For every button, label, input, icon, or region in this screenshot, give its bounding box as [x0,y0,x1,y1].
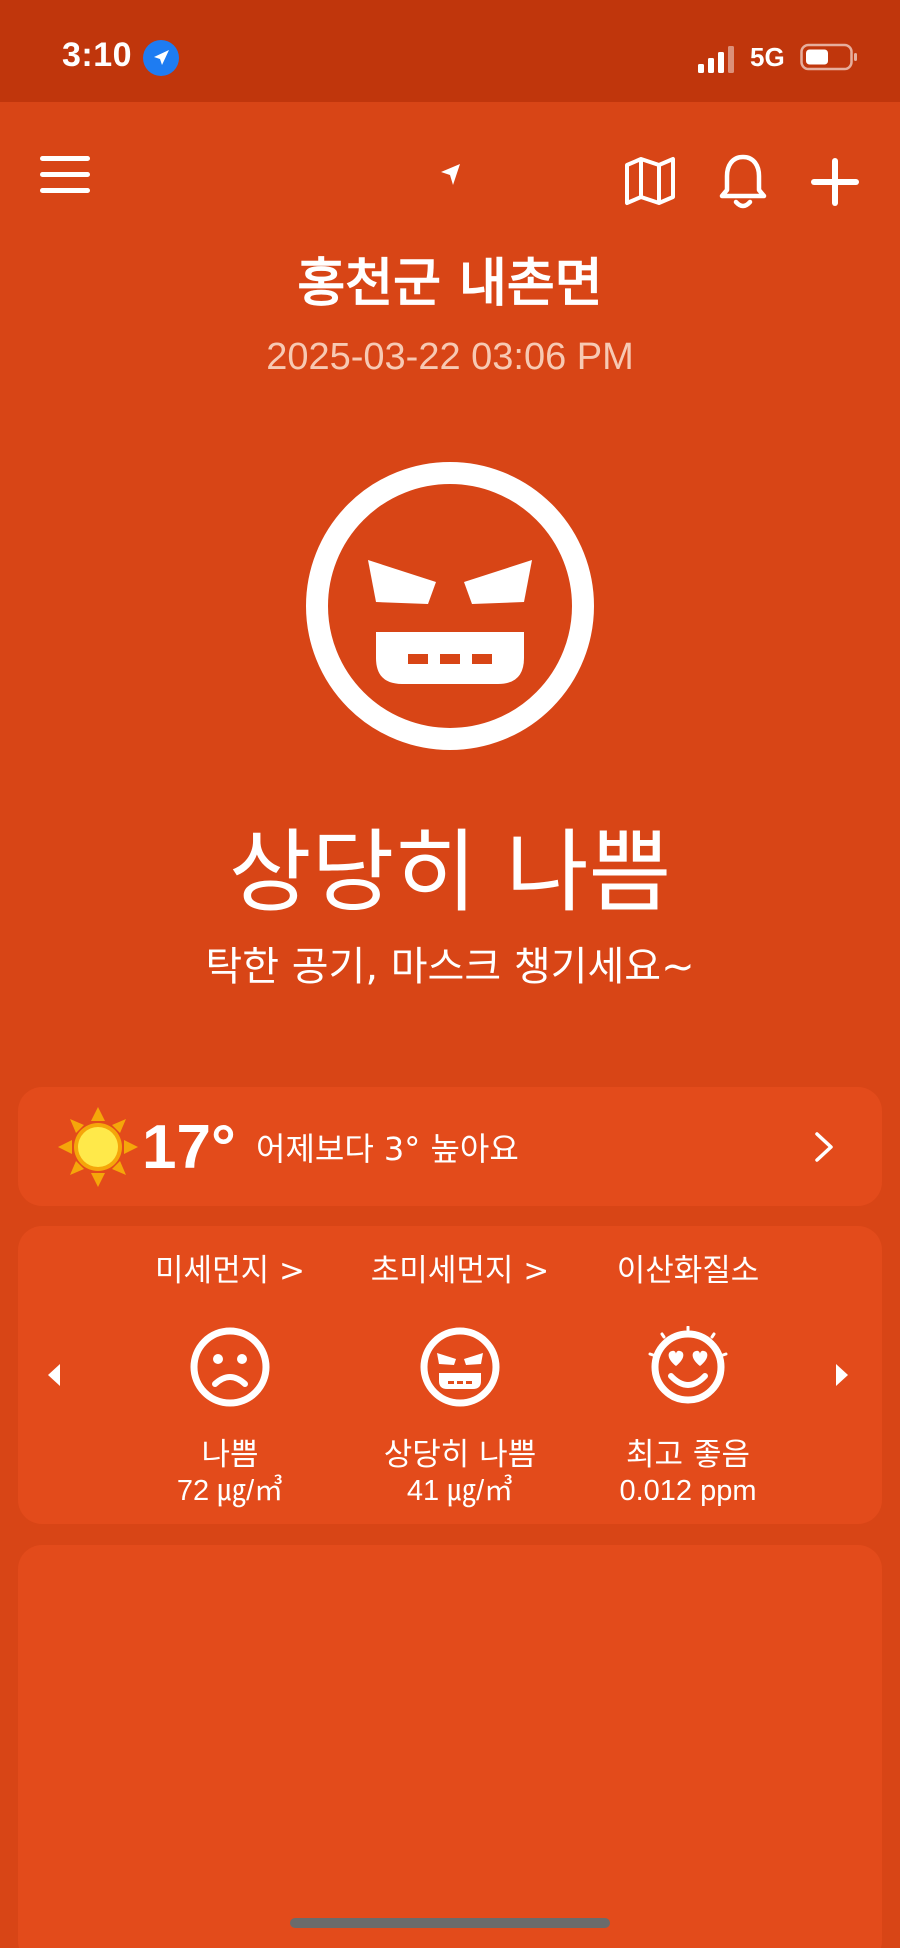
pollutant-value: 72 ㎍/㎥ [176,1475,284,1507]
status-time: 3:10 [62,36,133,74]
forecast-card [18,1545,882,1948]
pollutant-no2[interactable]: 이산화질소 최고 좋음 0.012 ppm [578,1250,798,1508]
sun-icon [58,1107,138,1187]
temperature-comparison: 어제보다 3° 높아요 [256,1130,519,1168]
pollutant-name: 이산화질소 [616,1253,760,1289]
location-name[interactable]: 홍천군 내촌면 [0,252,900,316]
add-button[interactable] [808,155,862,209]
update-timestamp: 2025-03-22 03:06 PM [266,336,634,378]
air-quality-message: 탁한 공기, 마스크 챙기세요~ [205,944,695,990]
pollutant-grade: 상당히 나쁨 [383,1437,537,1473]
bell-icon[interactable] [718,152,768,212]
navigation-arrow-icon [441,164,460,185]
signal-icon [698,46,734,73]
pollutant-card: 미세먼지 > 나쁨 72 ㎍/㎥ 초미세먼지 > 상당히 나쁨 41 ㎍/㎥ 이… [18,1226,882,1524]
sad-face-icon [190,1327,270,1407]
arrow-right-icon[interactable] [834,1362,850,1388]
air-quality-grade: 상당히 나쁨 [228,820,672,925]
temperature: 17° [142,1113,236,1182]
angry-face-icon [420,1327,500,1407]
pollutant-value: 41 ㎍/㎥ [406,1475,514,1507]
battery-icon [800,43,857,71]
chevron-right-icon[interactable] [812,1130,836,1164]
network-label: 5G [750,42,785,72]
pollutant-pm25[interactable]: 초미세먼지 > 상당히 나쁨 41 ㎍/㎥ [350,1250,570,1508]
pollutant-name[interactable]: 미세먼지 > [120,1250,340,1292]
pollutant-name[interactable]: 초미세먼지 > [350,1250,570,1292]
status-bar: 3:10 5G [0,0,900,102]
pollutant-value: 0.012 ppm [619,1475,757,1507]
angry-face-icon [306,462,594,750]
pollutant-grade: 나쁨 [201,1437,259,1473]
pollutant-pm10[interactable]: 미세먼지 > 나쁨 72 ㎍/㎥ [120,1250,340,1508]
arrow-left-icon[interactable] [46,1362,62,1388]
home-indicator[interactable] [290,1918,610,1928]
map-icon[interactable] [624,155,676,207]
weather-card[interactable]: 17° 어제보다 3° 높아요 [18,1087,882,1206]
menu-icon[interactable] [38,152,92,198]
heart-eyes-face-icon [648,1326,728,1404]
location-arrow-icon [143,40,179,76]
pollutant-grade: 최고 좋음 [626,1437,750,1473]
